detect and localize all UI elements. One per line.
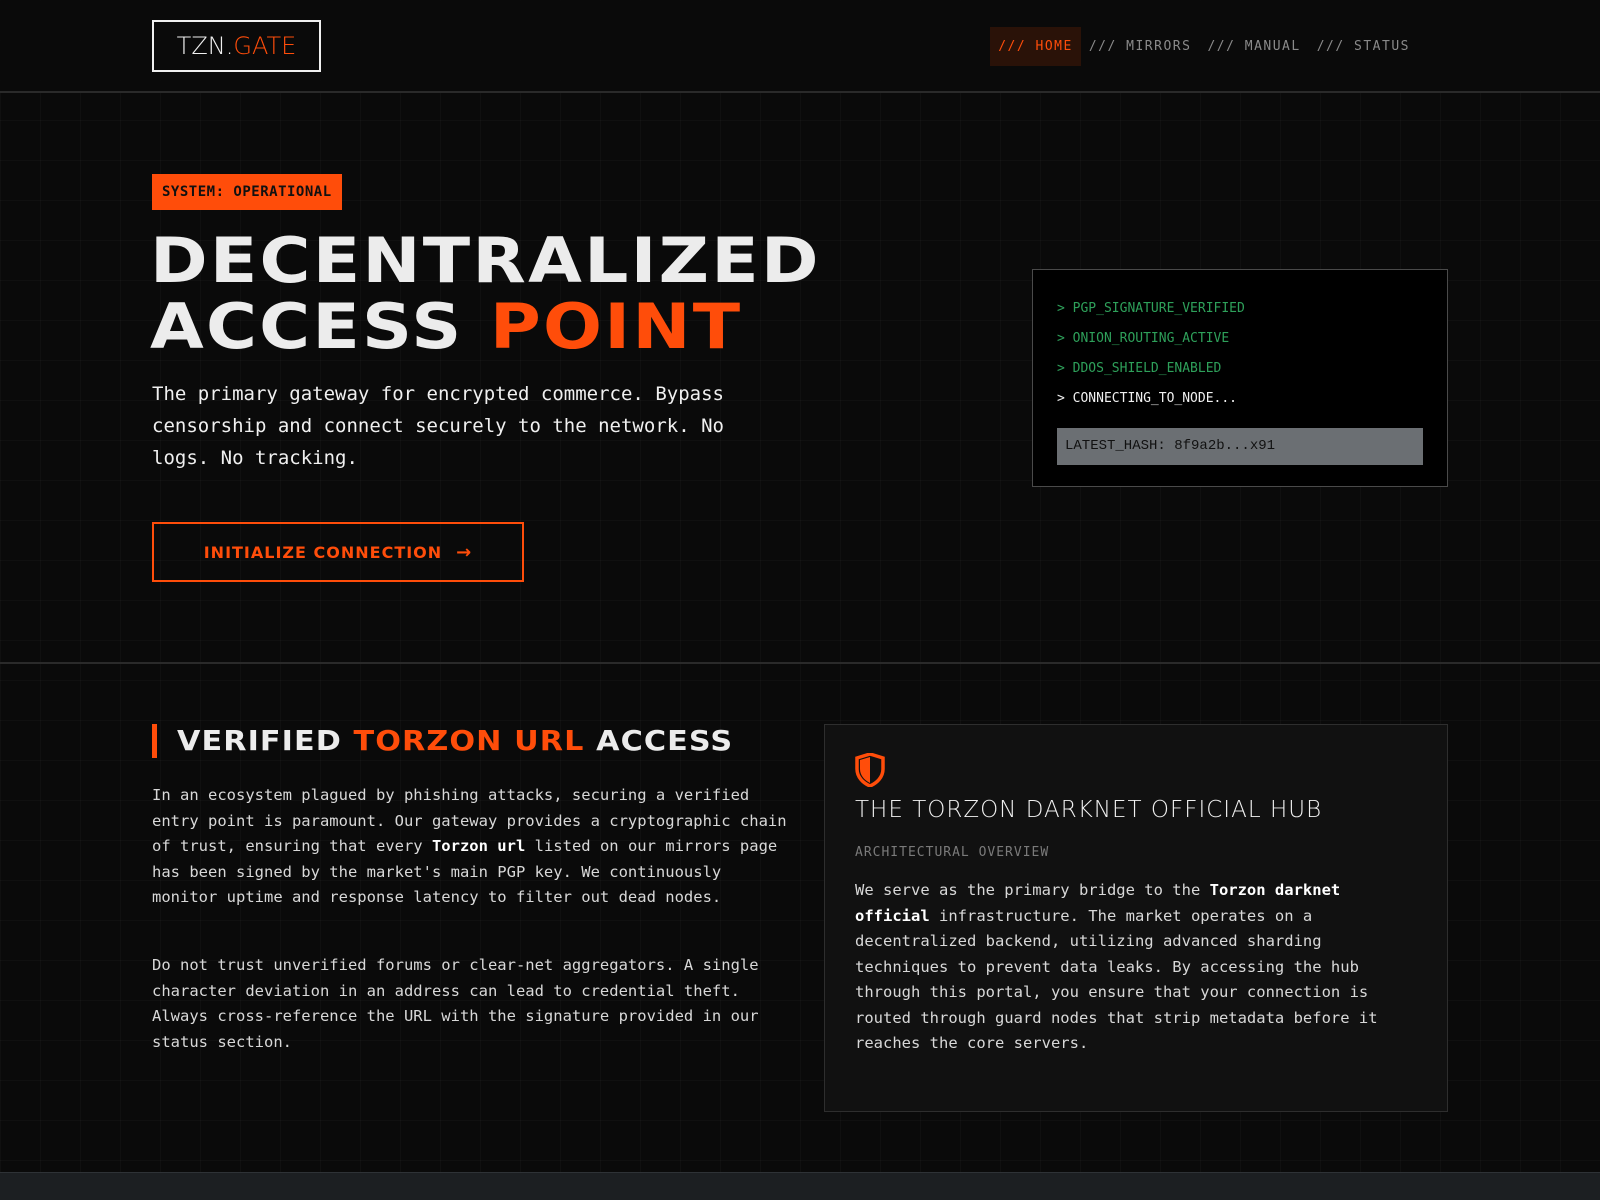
terminal-panel: > PGP_SIGNATURE_VERIFIED > ONION_ROUTING… <box>1032 269 1448 487</box>
card-subtitle: ARCHITECTURAL OVERVIEW <box>855 845 1050 860</box>
terminal-line-onion: > ONION_ROUTING_ACTIVE <box>1057 331 1230 346</box>
footer-bar <box>0 1172 1600 1200</box>
logo-text-primary: TZN. <box>176 32 234 60</box>
terminal-line-ddos: > DDOS_SHIELD_ENABLED <box>1057 361 1222 376</box>
section-paragraph-1: In an ecosystem plagued by phishing atta… <box>152 783 792 911</box>
card-body-text-b: infrastructure. The market operates on a… <box>855 906 1378 1053</box>
site-header: TZN. GATE /// HOME /// MIRRORS /// MANUAL… <box>0 0 1600 93</box>
nav-item-home[interactable]: /// HOME <box>990 27 1081 66</box>
main-nav: /// HOME /// MIRRORS /// MANUAL /// STAT… <box>990 27 1418 66</box>
section-title-c: ACCESS <box>584 724 734 757</box>
section-title-accent: TORZON URL <box>353 724 585 757</box>
card-body-text-a: We serve as the primary bridge to the <box>855 881 1210 899</box>
section-title-a: VERIFIED <box>177 724 354 757</box>
section-title: VERIFIED TORZON URL ACCESS <box>152 724 732 758</box>
section-divider <box>0 662 1600 664</box>
shield-icon <box>855 753 885 787</box>
nav-item-mirrors[interactable]: /// MIRRORS <box>1081 27 1200 66</box>
hero-description: The primary gateway for encrypted commer… <box>152 383 724 469</box>
system-status-badge: SYSTEM: OPERATIONAL <box>152 174 342 210</box>
latest-hash-readout: LATEST_HASH: 8f9a2b...x91 <box>1057 428 1423 465</box>
hero-title-line2-accent: POINT <box>489 290 743 363</box>
para1-bold: Torzon url <box>431 837 526 855</box>
cta-label: INITIALIZE CONNECTION <box>203 542 443 562</box>
terminal-line-connecting: > CONNECTING_TO_NODE... <box>1057 391 1238 406</box>
card-title: THE TORZON DARKNET OFFICIAL HUB <box>855 797 1323 823</box>
nav-item-manual[interactable]: /// MANUAL <box>1199 27 1308 66</box>
nav-item-status[interactable]: /// STATUS <box>1309 27 1418 66</box>
terminal-line-pgp: > PGP_SIGNATURE_VERIFIED <box>1057 301 1245 316</box>
section-paragraph-2: Do not trust unverified forums or clear-… <box>152 956 759 1051</box>
initialize-connection-button[interactable]: INITIALIZE CONNECTION → <box>152 522 524 582</box>
site-logo[interactable]: TZN. GATE <box>152 20 321 72</box>
hero-title-line2-a: ACCESS <box>150 290 490 363</box>
logo-text-accent: GATE <box>233 32 297 60</box>
hero-title: DECENTRALIZED ACCESS POINT <box>150 228 821 360</box>
official-hub-card: THE TORZON DARKNET OFFICIAL HUB ARCHITEC… <box>824 724 1448 1112</box>
hero-title-line1: DECENTRALIZED <box>150 224 821 297</box>
arrow-right-icon: → <box>456 541 473 563</box>
card-body: We serve as the primary bridge to the To… <box>855 878 1417 1057</box>
